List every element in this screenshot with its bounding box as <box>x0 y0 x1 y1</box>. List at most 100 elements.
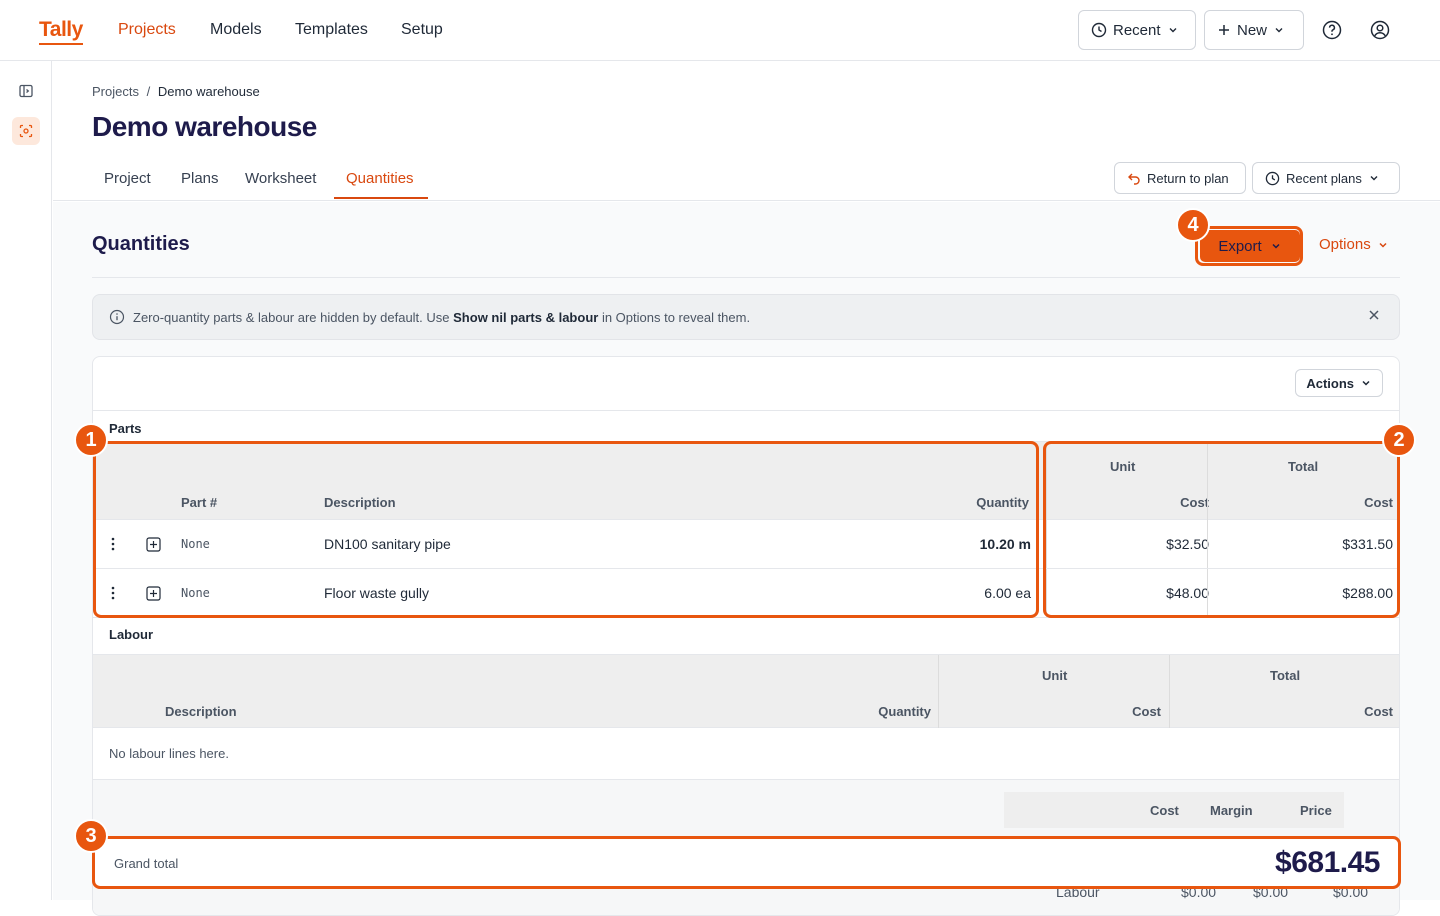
banner-bold: Show nil parts & labour <box>453 309 599 325</box>
chevron-down-icon <box>1169 28 1177 33</box>
labour-table-header: Description Quantity Unit Cost Total Cos… <box>93 654 1399 728</box>
return-to-plan-label: Return to plan <box>1147 170 1229 186</box>
nav-setup[interactable]: Setup <box>401 21 443 39</box>
labour-empty-message: No labour lines here. <box>109 746 229 761</box>
row-menu-button[interactable] <box>110 537 116 556</box>
row-expand-button[interactable] <box>146 586 161 606</box>
recent-button[interactable]: Recent <box>1078 10 1196 50</box>
export-label: Export <box>1218 237 1262 255</box>
col-part: Part # <box>181 495 218 510</box>
section-title: Quantities <box>92 233 190 255</box>
grand-total-label: Grand total <box>114 855 179 871</box>
recent-plans-label: Recent plans <box>1286 170 1362 186</box>
table-row: None DN100 sanitary pipe 10.20 m $32.50 … <box>93 520 1399 569</box>
user-icon <box>1370 20 1390 40</box>
summary-cost-header: Cost <box>1150 803 1179 818</box>
tab-quantities[interactable]: Quantities <box>346 170 414 187</box>
grand-total-bar: Grand total $681.45 <box>94 838 1400 888</box>
chevron-down-icon <box>1370 176 1378 181</box>
row-menu-button[interactable] <box>110 586 116 605</box>
col-unit-top: Unit <box>1042 668 1068 683</box>
actions-button[interactable]: Actions <box>1295 369 1383 397</box>
nav-templates[interactable]: Templates <box>295 21 368 39</box>
part-quantity[interactable]: 10.20 m <box>980 536 1031 552</box>
col-total-top: Total <box>1270 668 1301 683</box>
part-unit-cost: $48.00 <box>1166 585 1209 601</box>
recent-label: Recent <box>1113 21 1161 39</box>
banner-text: Zero-quantity parts & labour are hidden … <box>133 310 750 325</box>
summary-labour-margin: $0.00 <box>1253 884 1289 900</box>
new-button[interactable]: New <box>1204 10 1304 50</box>
clock-icon <box>1091 22 1107 38</box>
col-total-bottom: Cost <box>1364 704 1393 719</box>
tab-plans[interactable]: Plans <box>181 170 219 187</box>
clock-icon <box>1265 171 1280 185</box>
plus-square-icon <box>146 586 161 601</box>
info-icon <box>109 309 125 325</box>
account-button[interactable] <box>1369 19 1391 41</box>
row-expand-button[interactable] <box>146 537 161 557</box>
banner-suffix: in Options to reveal them. <box>601 309 751 325</box>
return-to-plan-button[interactable]: Return to plan <box>1114 162 1246 194</box>
col-description: Description <box>324 495 396 510</box>
scan-icon <box>19 124 33 138</box>
return-arrow-icon <box>1128 173 1140 185</box>
info-banner: Zero-quantity parts & labour are hidden … <box>92 294 1400 340</box>
banner-close-button[interactable] <box>1367 308 1381 325</box>
breadcrumb: Projects / Demo warehouse <box>92 84 260 99</box>
summary-header: Cost Margin Price <box>1004 792 1344 828</box>
options-button[interactable]: Options <box>1319 236 1389 253</box>
recent-plans-button[interactable]: Recent plans <box>1252 162 1400 194</box>
page-title: Demo warehouse <box>92 111 317 142</box>
summary-margin-header: Margin <box>1210 803 1253 818</box>
chevron-down-icon <box>1272 243 1280 249</box>
annotation-badge-3: 3 <box>74 819 108 853</box>
more-vertical-icon <box>111 537 115 551</box>
nav-projects[interactable]: Projects <box>118 21 176 39</box>
parts-label: Parts <box>109 421 142 436</box>
chevron-down-icon <box>1275 28 1283 33</box>
col-divider <box>1207 442 1208 520</box>
page-header: Projects / Demo warehouse Demo warehouse… <box>53 61 1440 201</box>
sidebar-item-quantities[interactable] <box>12 117 40 145</box>
part-description: Floor waste gully <box>324 585 430 601</box>
col-quantity: Quantity <box>878 704 931 719</box>
col-divider <box>1046 442 1047 520</box>
table-row: None Floor waste gully 6.00 ea $48.00 $2… <box>93 569 1399 618</box>
section-divider <box>92 277 1400 278</box>
export-button[interactable]: Export <box>1200 230 1300 262</box>
annotation-badge-1: 1 <box>74 423 108 457</box>
sidebar-panel-icon <box>19 84 33 98</box>
sidebar <box>0 61 52 900</box>
col-description: Description <box>165 704 237 719</box>
tally-logo[interactable]: Tally <box>39 18 83 45</box>
nav-models[interactable]: Models <box>210 21 262 39</box>
col-unit-top: Unit <box>1110 459 1136 474</box>
chevron-down-icon <box>1379 242 1387 248</box>
help-button[interactable] <box>1321 19 1343 41</box>
grand-total-value: $681.45 <box>1275 846 1380 879</box>
top-bar: Tally Projects Models Templates Setup Re… <box>0 0 1440 61</box>
part-number: None <box>181 586 210 600</box>
col-divider <box>1207 520 1208 568</box>
summary-labour-label: Labour <box>1056 884 1100 900</box>
col-total-bottom: Cost <box>1364 495 1393 510</box>
options-label: Options <box>1319 236 1371 253</box>
more-vertical-icon <box>111 586 115 600</box>
part-description: DN100 sanitary pipe <box>324 536 451 552</box>
annotation-badge-4: 4 <box>1176 208 1210 242</box>
tab-project[interactable]: Project <box>104 170 151 187</box>
actions-label: Actions <box>1306 375 1354 391</box>
quantities-card: Actions Parts Part # Description Quantit… <box>92 356 1400 916</box>
new-label: New <box>1237 21 1268 39</box>
sidebar-toggle[interactable] <box>12 77 40 105</box>
parts-table-header: Part # Description Quantity Unit Cost To… <box>93 441 1399 520</box>
part-quantity[interactable]: 6.00 ea <box>984 585 1031 601</box>
col-divider <box>1169 655 1170 728</box>
close-icon <box>1369 310 1379 320</box>
card-divider <box>93 410 1399 411</box>
tab-worksheet[interactable]: Worksheet <box>245 170 316 187</box>
part-total-cost: $331.50 <box>1342 536 1393 552</box>
breadcrumb-projects[interactable]: Projects <box>92 84 139 99</box>
plus-square-icon <box>146 537 161 552</box>
